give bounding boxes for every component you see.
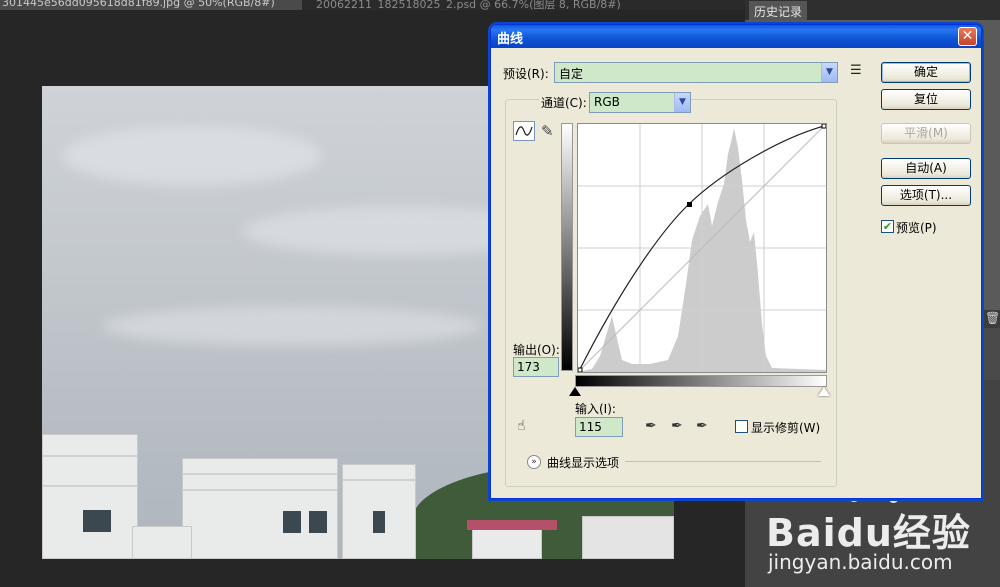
preset-value: 自定	[559, 67, 584, 81]
input-label: 输入(I):	[575, 402, 616, 416]
document-tab-bar: 301445e56dd095618d81f89.jpg @ 50%(RGB/8#…	[0, 0, 745, 10]
white-point-slider[interactable]	[818, 387, 830, 396]
white-eyedropper-icon[interactable]: ✒	[696, 418, 710, 434]
preview-checkbox[interactable]: ✔	[881, 220, 894, 233]
on-image-adjust-icon[interactable]: ☝	[517, 418, 531, 434]
output-label: 输出(O):	[513, 343, 560, 357]
preset-label: 预设(R):	[503, 67, 549, 81]
options-button[interactable]: 选项(T)...	[881, 185, 971, 206]
document-tab-inactive[interactable]: 20062211_182518025_2.psd @ 66.7%(图层 8, R…	[316, 0, 646, 10]
channel-dropdown[interactable]: RGB ▼	[589, 92, 691, 113]
history-panel-tab[interactable]: 历史记录	[749, 1, 808, 20]
chevron-down-icon[interactable]: ▼	[674, 93, 690, 112]
black-eyedropper-icon[interactable]: ✒	[645, 418, 659, 434]
dialog-title: 曲线	[497, 32, 524, 47]
channel-label: 通道(C):	[539, 94, 589, 111]
input-gradient-bar	[575, 375, 827, 387]
black-point-slider[interactable]	[569, 387, 581, 396]
curves-dialog: 曲线 ✕ 预设(R): 自定 ▼ ☰ 确定 复位 平滑(M) 自动(A) 选项(…	[490, 24, 982, 499]
preset-dropdown[interactable]: 自定 ▼	[554, 62, 838, 83]
channel-value: RGB	[594, 95, 620, 109]
dialog-titlebar[interactable]: 曲线 ✕	[491, 25, 981, 48]
reset-button[interactable]: 复位	[881, 89, 971, 110]
curve-point-tool-icon[interactable]	[513, 121, 535, 141]
preview-label: 预览(P)	[896, 221, 937, 235]
close-icon[interactable]: ✕	[958, 27, 977, 46]
pencil-icon[interactable]: ✎	[541, 122, 557, 140]
watermark-url: jingyan.baidu.com	[768, 550, 953, 574]
document-tab-active[interactable]: 301445e56dd095618d81f89.jpg @ 50%(RGB/8#…	[0, 0, 302, 10]
input-field[interactable]: 115	[575, 417, 623, 437]
show-clipping-label: 显示修剪(W)	[751, 421, 821, 435]
expand-chevron-icon[interactable]: »	[527, 455, 541, 469]
watermark-brand: Baidu经验	[766, 511, 971, 555]
smooth-button[interactable]: 平滑(M)	[881, 123, 971, 144]
gray-eyedropper-icon[interactable]: ✒	[671, 418, 685, 434]
chevron-down-icon[interactable]: ▼	[821, 63, 837, 82]
curve-graph[interactable]	[577, 123, 827, 373]
preset-menu-icon[interactable]: ☰	[850, 63, 862, 78]
output-gradient-bar	[561, 123, 573, 371]
panel-header: 历史记录	[745, 0, 1000, 20]
auto-button[interactable]: 自动(A)	[881, 158, 971, 179]
display-options-label[interactable]: 曲线显示选项	[547, 454, 619, 471]
separator	[625, 461, 821, 462]
ok-button[interactable]: 确定	[881, 62, 971, 83]
show-clipping-checkbox[interactable]	[735, 420, 748, 433]
output-field[interactable]: 173	[513, 357, 559, 377]
trash-icon[interactable]: 🗑	[985, 311, 1000, 325]
